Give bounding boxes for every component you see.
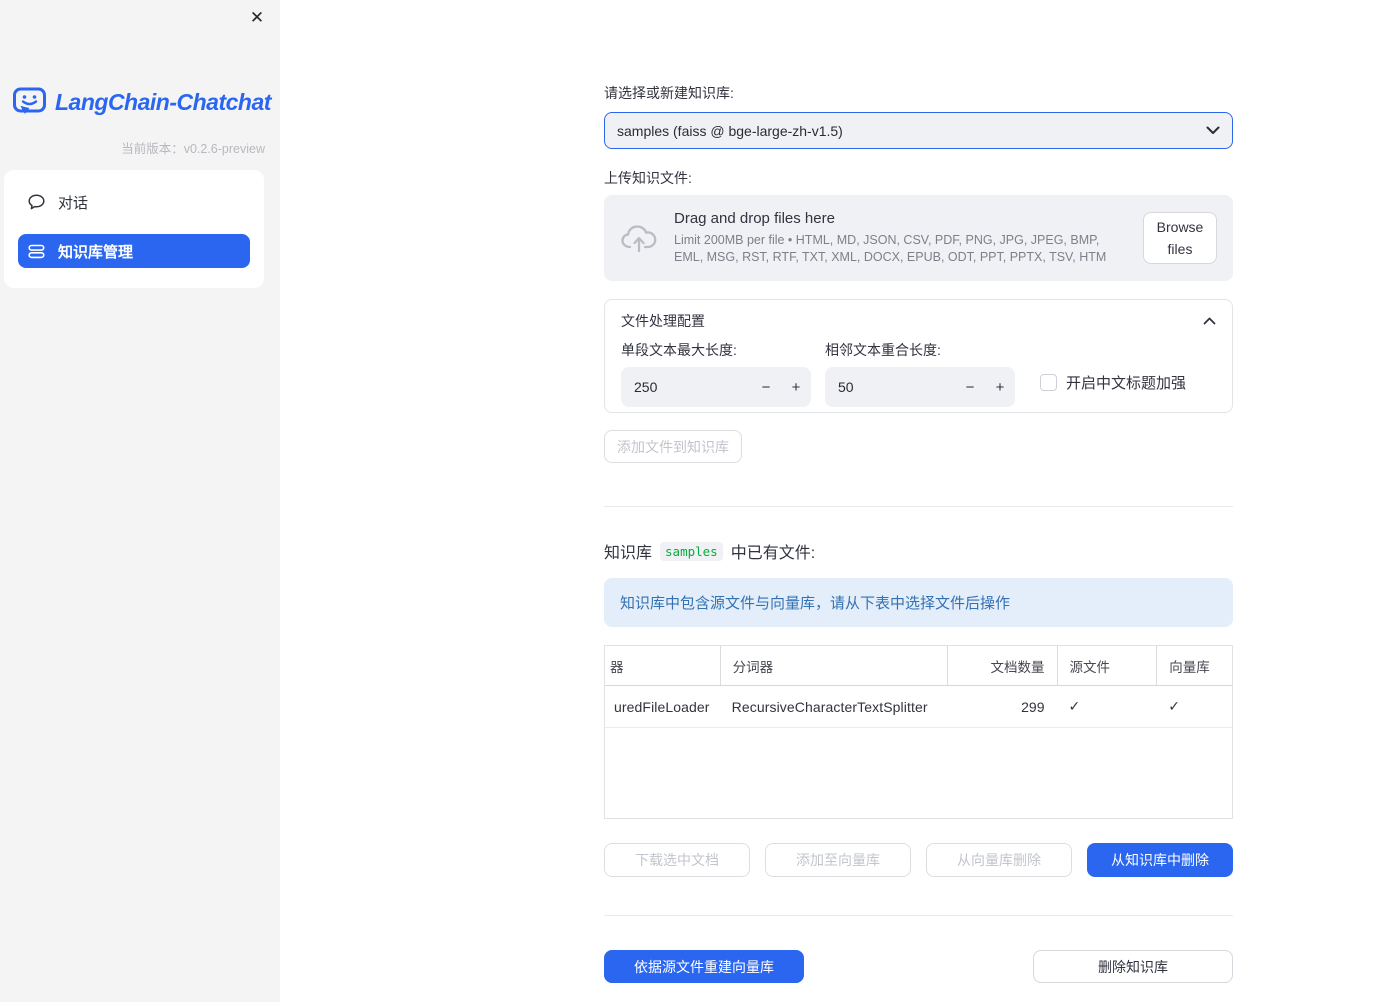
info-alert-text: 知识库中包含源文件与向量库，请从下表中选择文件后操作 — [620, 595, 1011, 612]
chat-smiley-logo-icon — [12, 86, 48, 118]
stacked-list-icon — [28, 244, 45, 259]
add-to-vectorstore-button[interactable]: 添加至向量库 — [765, 843, 911, 877]
sidebar: ✕ LangChain-Chatchat 当前版本：v0.2.6-preview… — [0, 0, 280, 1002]
expander-title: 文件处理配置 — [621, 313, 705, 329]
sidebar-close-icon[interactable]: ✕ — [246, 6, 268, 28]
rebuild-vectorstore-button[interactable]: 依据源文件重建向量库 — [604, 950, 804, 983]
col-doccount-header: 文档数量 — [946, 646, 1057, 685]
chunk-size-value[interactable]: 250 — [621, 379, 751, 395]
kb-files-prefix: 知识库 — [604, 545, 653, 562]
kb-select-label: 请选择或新建知识库: — [604, 85, 734, 101]
overlap-size-label: 相邻文本重合长度: — [825, 342, 941, 358]
download-selected-button[interactable]: 下载选中文档 — [604, 843, 750, 877]
col-loader-header: 器 — [605, 646, 720, 685]
version-label: 当前版本： — [121, 142, 184, 156]
upload-label: 上传知识文件: — [604, 170, 692, 186]
chunk-minus-button[interactable]: − — [751, 379, 781, 396]
expander-header[interactable]: 文件处理配置 — [605, 300, 1232, 331]
version-text: 当前版本：v0.2.6-preview — [121, 138, 265, 157]
col-doccount-header-text: 文档数量 — [990, 659, 1045, 675]
brand-logo: LangChain-Chatchat — [12, 86, 271, 118]
delete-kb-button[interactable]: 删除知识库 — [1033, 950, 1233, 983]
delete-from-kb-button[interactable]: 从知识库中删除 — [1087, 843, 1233, 877]
zh-title-enhance-checkbox[interactable] — [1040, 374, 1057, 391]
zh-title-enhance-group: 开启中文标题加强 — [1040, 372, 1186, 393]
chat-bubble-icon — [28, 194, 45, 210]
chevron-down-icon — [1206, 126, 1220, 135]
file-config-expander: 文件处理配置 单段文本最大长度: 250 − + 相邻文本重合长度: 50 − … — [604, 299, 1233, 413]
cell-splitter: RecursiveCharacterTextSplitter — [720, 686, 947, 727]
sidebar-item-label: 对话 — [58, 195, 89, 212]
info-alert: 知识库中包含源文件与向量库，请从下表中选择文件后操作 — [604, 578, 1233, 627]
cell-splitter-text: RecursiveCharacterTextSplitter — [731, 698, 928, 715]
cell-sourcefile-check: ✓ — [1057, 686, 1157, 727]
sidebar-item-label: 知识库管理 — [58, 244, 134, 261]
col-splitter-header: 分词器 — [719, 646, 947, 685]
browse-files-button[interactable]: Browse files — [1143, 212, 1217, 264]
divider — [604, 915, 1233, 916]
col-sourcefile-header: 源文件 — [1056, 646, 1157, 685]
cloud-upload-icon — [620, 223, 658, 253]
chunk-size-label: 单段文本最大长度: — [621, 342, 737, 358]
chevron-up-icon — [1203, 317, 1216, 325]
kb-files-table[interactable]: 器 分词器 文档数量 源文件 向量库 uredFileLoader Recurs… — [604, 645, 1233, 819]
kb-level-actions-row: 依据源文件重建向量库 删除知识库 — [604, 950, 1233, 983]
checkmark-icon: ✓ — [1168, 698, 1180, 714]
sidebar-item-kb-management[interactable]: 知识库管理 — [18, 234, 250, 268]
kb-files-suffix: 中已有文件: — [730, 545, 816, 562]
checkmark-icon: ✓ — [1068, 698, 1081, 714]
cell-loader-text: uredFileLoader — [614, 698, 710, 715]
overlap-plus-button[interactable]: + — [985, 379, 1015, 396]
kb-selected-value: samples (faiss @ bge-large-zh-v1.5) — [617, 122, 843, 139]
file-actions-row: 下载选中文档 添加至向量库 从向量库删除 从知识库中删除 — [604, 843, 1233, 877]
expander-body: 单段文本最大长度: 250 − + 相邻文本重合长度: 50 − + 开启中文标… — [605, 331, 1232, 407]
cell-loader: uredFileLoader — [605, 686, 720, 727]
cell-doccount-text: 299 — [1021, 698, 1045, 715]
cell-vectorstore-check: ✓ — [1156, 686, 1232, 727]
kb-name-code: samples — [660, 541, 723, 561]
chunk-plus-button[interactable]: + — [781, 379, 811, 396]
overlap-minus-button[interactable]: − — [955, 379, 985, 396]
col-loader-header-text: 器 — [610, 659, 624, 675]
main-content: 请选择或新建知识库: samples (faiss @ bge-large-zh… — [604, 0, 1233, 983]
divider — [604, 506, 1233, 507]
chunk-size-group: 单段文本最大长度: 250 − + — [621, 340, 811, 407]
col-vectorstore-header: 向量库 — [1156, 646, 1232, 685]
brand-name: LangChain-Chatchat — [55, 88, 271, 115]
sidebar-menu-card: 对话 知识库管理 — [4, 170, 264, 288]
kb-files-heading: 知识库 samples 中已有文件: — [604, 539, 1233, 563]
chunk-size-input[interactable]: 250 − + — [621, 367, 811, 407]
kb-select-dropdown[interactable]: samples (faiss @ bge-large-zh-v1.5) — [604, 112, 1233, 149]
delete-from-vectorstore-button[interactable]: 从向量库删除 — [926, 843, 1072, 877]
col-vectorstore-header-text: 向量库 — [1169, 659, 1210, 675]
version-value: v0.2.6-preview — [183, 142, 265, 156]
dropzone-limit-text: Limit 200MB per file • HTML, MD, JSON, C… — [674, 233, 1107, 264]
overlap-size-group: 相邻文本重合长度: 50 − + — [825, 340, 1015, 407]
sidebar-item-dialogue[interactable]: 对话 — [18, 184, 250, 220]
file-dropzone[interactable]: Drag and drop files here Limit 200MB per… — [604, 195, 1233, 281]
add-files-to-kb-button[interactable]: 添加文件到知识库 — [604, 430, 742, 463]
overlap-size-input[interactable]: 50 − + — [825, 367, 1015, 407]
col-splitter-header-text: 分词器 — [732, 659, 774, 675]
dropzone-title: Drag and drop files here — [674, 210, 835, 228]
table-header-row: 器 分词器 文档数量 源文件 向量库 — [605, 646, 1232, 686]
cell-doccount: 299 — [947, 686, 1057, 727]
overlap-size-value[interactable]: 50 — [825, 379, 955, 395]
col-sourcefile-header-text: 源文件 — [1069, 659, 1111, 675]
table-row[interactable]: uredFileLoader RecursiveCharacterTextSpl… — [605, 686, 1232, 728]
zh-title-enhance-label: 开启中文标题加强 — [1066, 375, 1187, 392]
dropzone-texts: Drag and drop files here Limit 200MB per… — [674, 210, 1127, 266]
